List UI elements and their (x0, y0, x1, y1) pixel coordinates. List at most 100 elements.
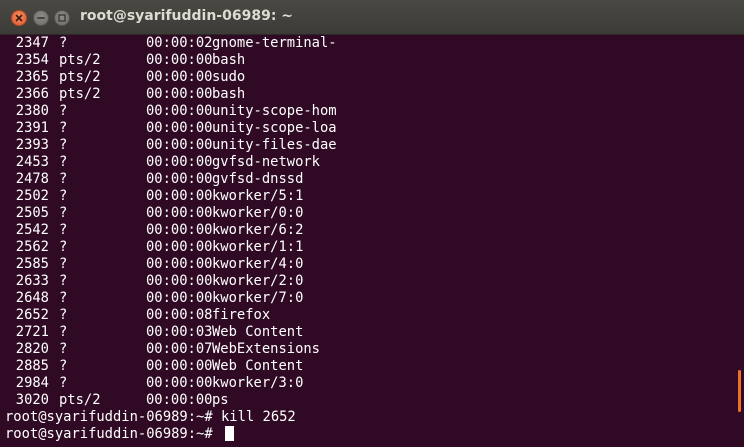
process-row: 2585? 00:00:00kworker/4:0 (5, 256, 744, 273)
process-list: 2347? 00:00:02gnome-terminal- 2354 pts/2 00:… (5, 35, 744, 409)
process-time: 00:00:00 (146, 69, 213, 85)
process-tty: pts/2 (59, 52, 101, 68)
process-pid: 2453 (15, 154, 49, 170)
process-pid: 3020 (15, 392, 49, 408)
process-tty: pts/2 (59, 392, 101, 408)
minimize-button[interactable] (33, 10, 49, 26)
process-time: 00:00:00 (146, 86, 213, 102)
process-tty: ? (59, 307, 68, 323)
process-pid: 2505 (15, 205, 49, 221)
process-row: 3020 pts/2 00:00:00ps (5, 392, 744, 409)
process-row: 2365 pts/2 00:00:00sudo (5, 69, 744, 86)
process-pid: 2391 (15, 120, 49, 136)
process-time: 00:00:00 (146, 273, 213, 289)
process-pid: 2366 (15, 86, 49, 102)
process-pid: 2393 (15, 137, 49, 153)
process-tty: ? (59, 120, 68, 136)
process-pid: 2542 (15, 222, 49, 238)
process-tty: ? (59, 35, 68, 51)
process-pid: 2365 (15, 69, 49, 85)
process-command: Web Content (212, 358, 304, 374)
process-pid: 2820 (15, 341, 49, 357)
process-pid: 2885 (15, 358, 49, 374)
process-command: kworker/1:1 (212, 239, 304, 255)
process-command: bash (212, 86, 246, 102)
process-row: 2820? 00:00:07WebExtensions (5, 341, 744, 358)
process-time: 00:00:00 (146, 256, 213, 272)
process-pid: 2562 (15, 239, 49, 255)
command-text (213, 426, 221, 442)
process-command: bash (212, 52, 246, 68)
process-command: sudo (212, 69, 246, 85)
process-tty: ? (59, 341, 68, 357)
process-command: unity-scope-hom (212, 103, 337, 119)
process-pid: 2984 (15, 375, 49, 391)
minimize-icon (37, 17, 45, 19)
process-row: 2505? 00:00:00kworker/0:0 (5, 205, 744, 222)
process-command: unity-scope-loa (212, 120, 337, 136)
close-button[interactable] (11, 10, 27, 26)
process-row: 2721? 00:00:03Web Content (5, 324, 744, 341)
process-command: gnome-terminal- (212, 35, 337, 51)
process-row: 2366 pts/2 00:00:00bash (5, 86, 744, 103)
process-time: 00:00:00 (146, 52, 213, 68)
process-row: 2633? 00:00:00kworker/2:0 (5, 273, 744, 290)
process-row: 2347? 00:00:02gnome-terminal- (5, 35, 744, 52)
process-pid: 2478 (15, 171, 49, 187)
process-tty: ? (59, 256, 68, 272)
process-tty: ? (59, 358, 68, 374)
process-tty: ? (59, 205, 68, 221)
process-time: 00:00:00 (146, 154, 213, 170)
process-time: 00:00:07 (146, 341, 213, 357)
process-command: unity-files-dae (212, 137, 337, 153)
process-tty: pts/2 (59, 69, 101, 85)
process-row: 2542? 00:00:00kworker/6:2 (5, 222, 744, 239)
process-time: 00:00:00 (146, 137, 213, 153)
process-tty: ? (59, 188, 68, 204)
maximize-button[interactable] (54, 10, 70, 26)
process-row: 2652? 00:00:08firefox (5, 307, 744, 324)
process-pid: 2648 (15, 290, 49, 306)
process-command: kworker/6:2 (212, 222, 304, 238)
scroll-indicator[interactable] (738, 370, 741, 412)
process-time: 00:00:00 (146, 290, 213, 306)
process-command: kworker/3:0 (212, 375, 304, 391)
process-row: 2502? 00:00:00kworker/5:1 (5, 188, 744, 205)
process-row: 2393? 00:00:00unity-files-dae (5, 137, 744, 154)
process-tty: ? (59, 154, 68, 170)
shell-prompt: root@syarifuddin-06989:~# (5, 426, 213, 442)
close-icon (15, 14, 23, 22)
process-time: 00:00:00 (146, 120, 213, 136)
process-tty: ? (59, 324, 68, 340)
process-row: 2885? 00:00:00Web Content (5, 358, 744, 375)
terminal-output[interactable]: 2347? 00:00:02gnome-terminal- 2354 pts/2 00:… (0, 35, 744, 447)
title-bar[interactable]: root@syarifuddin-06989: ~ (0, 0, 744, 35)
process-tty: ? (59, 375, 68, 391)
process-tty: pts/2 (59, 86, 101, 102)
process-pid: 2347 (15, 35, 49, 51)
process-pid: 2721 (15, 324, 49, 340)
shell-prompt: root@syarifuddin-06989:~# (5, 409, 213, 425)
process-time: 00:00:03 (146, 324, 213, 340)
window-title: root@syarifuddin-06989: ~ (80, 8, 294, 24)
process-pid: 2354 (15, 52, 49, 68)
process-command: Web Content (212, 324, 304, 340)
prompt-line[interactable]: root@syarifuddin-06989:~# (5, 426, 744, 443)
process-time: 00:00:00 (146, 103, 213, 119)
process-pid: 2585 (15, 256, 49, 272)
process-tty: ? (59, 290, 68, 306)
process-row: 2354 pts/2 00:00:00bash (5, 52, 744, 69)
process-time: 00:00:00 (146, 392, 213, 408)
process-row: 2984? 00:00:00kworker/3:0 (5, 375, 744, 392)
process-tty: ? (59, 171, 68, 187)
prompt-area: root@syarifuddin-06989:~# kill 2652 root@… (5, 409, 744, 443)
process-time: 00:00:00 (146, 171, 213, 187)
process-pid: 2502 (15, 188, 49, 204)
process-time: 00:00:00 (146, 205, 213, 221)
process-command: WebExtensions (212, 341, 320, 357)
process-tty: ? (59, 239, 68, 255)
process-pid: 2652 (15, 307, 49, 323)
process-command: kworker/7:0 (212, 290, 304, 306)
prompt-line: root@syarifuddin-06989:~# kill 2652 (5, 409, 744, 426)
process-row: 2562? 00:00:00kworker/1:1 (5, 239, 744, 256)
